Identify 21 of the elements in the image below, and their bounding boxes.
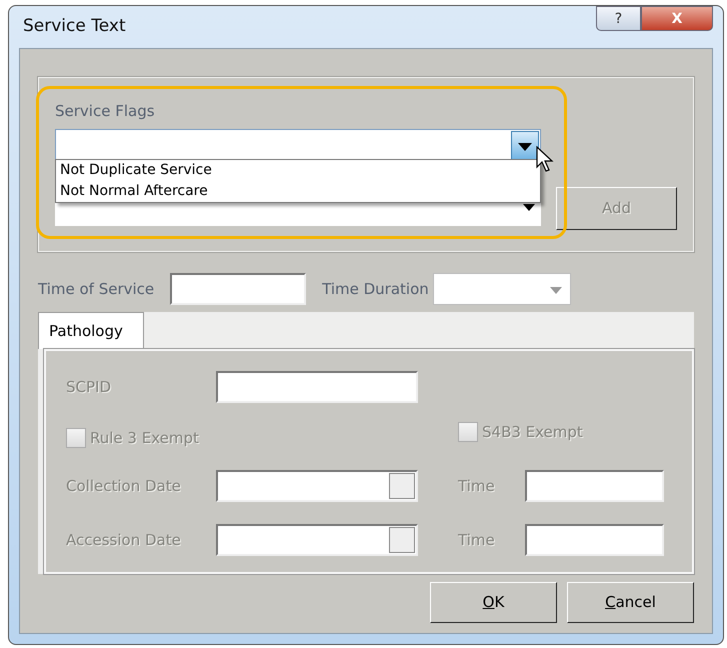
- caret-icon: [550, 287, 562, 294]
- caret-icon: [518, 143, 532, 151]
- field-label: SCPID: [66, 376, 112, 398]
- checkbox-label: Rule 3 Exempt: [90, 428, 199, 448]
- field-label: Time: [458, 530, 496, 551]
- field-label: Time Duration: [322, 278, 429, 300]
- dropdown-option[interactable]: Not Duplicate Service: [56, 160, 540, 181]
- field-label: Accession Date: [66, 530, 182, 551]
- dropdown-option[interactable]: Not Normal Aftercare: [56, 181, 540, 202]
- dialog-button[interactable]: OK: [430, 582, 557, 623]
- dialog-button[interactable]: Cancel: [567, 582, 694, 623]
- field-label: Time of Service: [38, 278, 154, 300]
- checkbox-label: S4B3 Exempt: [482, 422, 583, 443]
- window-title: Service Text: [23, 15, 126, 38]
- field-label: Time: [458, 476, 496, 497]
- field-label: Collection Date: [66, 476, 182, 497]
- field-label: Service Flags: [55, 101, 155, 122]
- tab[interactable]: Pathology: [38, 312, 144, 349]
- time-of-service-field[interactable]: [170, 273, 306, 305]
- help-button[interactable]: ?: [596, 6, 641, 31]
- dropdown-arrow-button[interactable]: [511, 131, 539, 161]
